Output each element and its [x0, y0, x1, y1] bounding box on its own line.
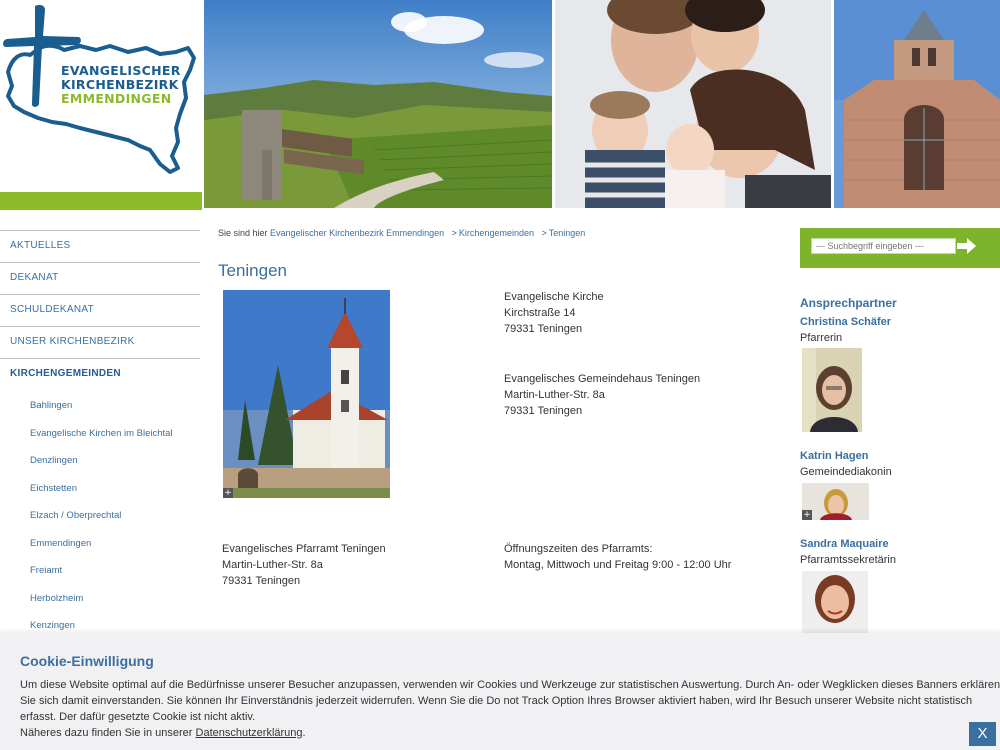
opening-hours-value: Montag, Mittwoch und Freitag 9:00 - 12:0…	[504, 559, 732, 571]
logo-line-1: EVANGELISCHER	[61, 63, 181, 78]
breadcrumb: Sie sind hier Evangelischer Kirchenbezir…	[218, 228, 585, 238]
subnav-item-emmendingen[interactable]: Emmendingen	[0, 530, 200, 558]
breadcrumb-separator: >	[451, 228, 457, 238]
site-header: EVANGELISCHER KIRCHENBEZIRK EMMENDINGEN	[0, 0, 1000, 210]
breadcrumb-link-teningen[interactable]: Teningen	[549, 228, 586, 238]
gemeindehaus-address: Evangelisches Gemeindehaus Teningen Mart…	[504, 371, 700, 419]
contact-role: Gemeindediakonin	[800, 466, 892, 478]
pfarramt-address: Evangelisches Pfarramt Teningen Martin-L…	[222, 541, 386, 589]
church-photo[interactable]: +	[223, 290, 390, 498]
privacy-policy-link[interactable]: Datenschutzerklärung	[196, 727, 303, 739]
cookie-title: Cookie-Einwilligung	[20, 653, 154, 669]
cookie-description: Um diese Website optimal auf die Bedürfn…	[20, 679, 1000, 723]
church-address: Evangelische Kirche Kirchstraße 14 79331…	[504, 289, 604, 337]
opening-hours: Öffnungszeiten des Pfarramts: Montag, Mi…	[504, 541, 731, 573]
arrow-right-icon[interactable]	[956, 237, 978, 255]
opening-hours-label: Öffnungszeiten des Pfarramts:	[504, 543, 653, 555]
cookie-more-info: Näheres dazu finden Sie in unserer	[20, 727, 193, 739]
contact-role: Pfarrerin	[800, 332, 843, 344]
church-street: Kirchstraße 14	[504, 307, 576, 319]
subnav-item-denzlingen[interactable]: Denzlingen	[0, 447, 200, 475]
nav-item-aktuelles[interactable]: AKTUELLES	[0, 230, 200, 262]
nav-item-unser-kirchenbezirk[interactable]: UNSER KIRCHENBEZIRK	[0, 326, 200, 358]
contacts-heading: Ansprechpartner	[800, 296, 897, 310]
zoom-plus-icon[interactable]: +	[223, 488, 233, 498]
cookie-text: Um diese Website optimal auf die Bedürfn…	[20, 677, 1000, 741]
breadcrumb-link-kirchenbezirk[interactable]: Evangelischer Kirchenbezirk Emmendingen	[270, 228, 444, 238]
contact-role: Pfarramtssekretärin	[800, 554, 896, 566]
header-photo-family	[555, 0, 831, 208]
church-name: Evangelische Kirche	[504, 291, 604, 303]
gemeindehaus-street: Martin-Luther-Str. 8a	[504, 389, 605, 401]
gemeindehaus-name: Evangelisches Gemeindehaus Teningen	[504, 373, 701, 385]
pfarramt-street: Martin-Luther-Str. 8a	[222, 559, 323, 571]
subnav-item-freiamt[interactable]: Freiamt	[0, 557, 200, 585]
logo-green-bar	[0, 192, 202, 210]
breadcrumb-prefix: Sie sind hier	[218, 228, 268, 238]
search-input[interactable]	[811, 238, 956, 254]
page-title: Teningen	[218, 261, 288, 280]
contact-photo	[802, 348, 862, 432]
contact-photo: +	[802, 483, 869, 520]
subnav-item-herbolzheim[interactable]: Herbolzheim	[0, 585, 200, 613]
subnav-item-bahlingen[interactable]: Bahlingen	[0, 392, 200, 420]
gemeindehaus-city: 79331 Teningen	[504, 405, 583, 417]
nav-item-kirchengemeinden[interactable]: KIRCHENGEMEINDEN	[0, 358, 200, 390]
site-logo[interactable]: EVANGELISCHER KIRCHENBEZIRK EMMENDINGEN	[0, 0, 202, 210]
logo-line-3: EMMENDINGEN	[61, 91, 172, 106]
contact-name[interactable]: Katrin Hagen	[800, 450, 868, 462]
breadcrumb-link-kirchengemeinden[interactable]: Kirchengemeinden	[459, 228, 534, 238]
subnav-item-eichstetten[interactable]: Eichstetten	[0, 475, 200, 503]
subnav-item-bleichtal[interactable]: Evangelische Kirchen im Bleichtal	[0, 420, 200, 448]
search-bar	[800, 228, 1000, 268]
pfarramt-name: Evangelisches Pfarramt Teningen	[222, 543, 386, 555]
header-photo-church	[834, 0, 1000, 208]
contact-name[interactable]: Sandra Maquaire	[800, 538, 889, 550]
logo-text: EVANGELISCHER KIRCHENBEZIRK EMMENDINGEN	[61, 64, 181, 106]
header-photo-landscape	[204, 0, 552, 208]
pfarramt-city: 79331 Teningen	[222, 575, 301, 587]
contact-photo	[802, 571, 868, 633]
contact-name[interactable]: Christina Schäfer	[800, 316, 891, 328]
cookie-close-button[interactable]: X	[969, 722, 996, 746]
main-navigation: AKTUELLES DEKANAT SCHULDEKANAT UNSER KIR…	[0, 230, 200, 640]
nav-item-schuldekanat[interactable]: SCHULDEKANAT	[0, 294, 200, 326]
breadcrumb-separator: >	[541, 228, 547, 238]
subnav-list: Bahlingen Evangelische Kirchen im Bleich…	[0, 390, 200, 640]
cookie-period: .	[302, 727, 306, 739]
logo-line-2: KIRCHENBEZIRK	[61, 77, 179, 92]
church-city: 79331 Teningen	[504, 323, 583, 335]
zoom-plus-icon[interactable]: +	[802, 510, 812, 520]
nav-item-dekanat[interactable]: DEKANAT	[0, 262, 200, 294]
cookie-banner: Cookie-Einwilligung Um diese Website opt…	[0, 633, 1000, 750]
subnav-item-elzach[interactable]: Elzach / Oberprechtal	[0, 502, 200, 530]
